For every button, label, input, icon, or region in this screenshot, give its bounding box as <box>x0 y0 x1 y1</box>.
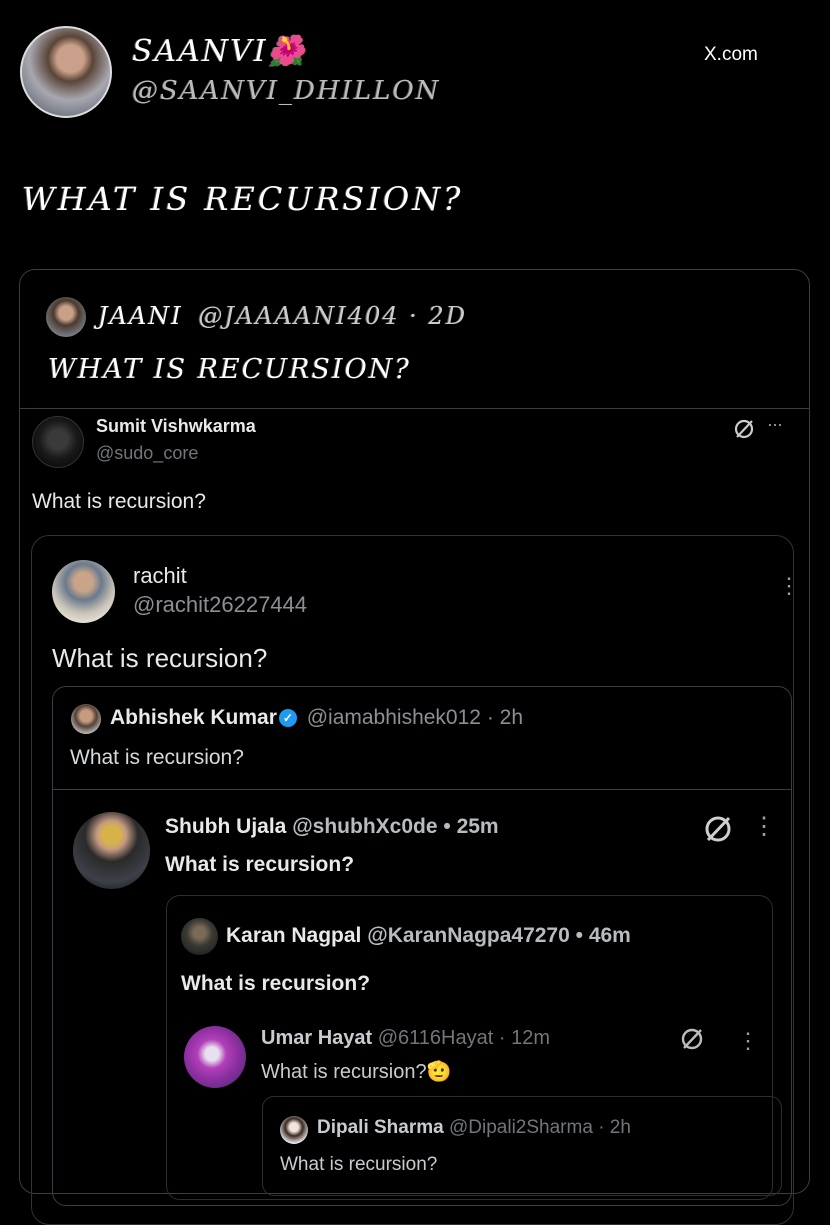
more-options-button[interactable]: ⋮ <box>778 573 800 599</box>
salute-emoji-icon: 🫡 <box>426 1061 452 1083</box>
timestamp-dipali: · 2h <box>598 1117 631 1138</box>
umar-header: Umar Hayat @6116Hayat · 12m <box>261 1027 550 1050</box>
post-text-rachit: What is recursion? <box>52 643 268 673</box>
avatar-sumit[interactable] <box>32 416 84 468</box>
karan-header: Karan Nagpal @KaranNagpa47270 • 46m <box>226 924 631 948</box>
avatar-jaani[interactable] <box>46 297 86 337</box>
handle-abhishek: @iamabhishek012 <box>306 706 481 729</box>
avatar-shubh[interactable] <box>73 812 150 889</box>
avatar-saanvi[interactable] <box>20 26 112 118</box>
jaani-post-text: WHAT IS RECURSION? <box>48 354 411 385</box>
handle-dipali: @Dipali2Sharma <box>449 1117 593 1138</box>
divider-line <box>52 789 792 790</box>
timestamp-abhishek: · 2h <box>486 706 524 729</box>
handle-saanvi: @SAANVI_DHILLON <box>132 76 441 106</box>
display-name-shubh: Shubh Ujala <box>165 815 287 838</box>
grok-icon[interactable] <box>733 418 755 440</box>
more-options-button[interactable]: ⋮ <box>737 1028 759 1054</box>
handle-karan: @KaranNagpa47270 <box>367 924 570 947</box>
post-text-umar-body: What is recursion? <box>261 1061 427 1083</box>
more-options-button[interactable]: ⋮ <box>752 812 776 841</box>
grok-icon[interactable] <box>680 1027 704 1051</box>
quote-card-dipali[interactable] <box>262 1096 782 1196</box>
more-options-button[interactable]: ··· <box>767 414 783 435</box>
post-text-umar: What is recursion?🫡 <box>261 1059 452 1084</box>
display-name-saanvi: SAANVI🌺 <box>132 34 308 69</box>
abhishek-header: Abhishek Kumar ✓ @iamabhishek012 · 2h <box>110 706 523 730</box>
verified-badge-icon: ✓ <box>278 709 297 728</box>
post-text-sumit: What is recursion? <box>32 490 206 513</box>
post-text-abhishek: What is recursion? <box>70 746 244 769</box>
dipali-header: Dipali Sharma @Dipali2Sharma · 2h <box>317 1117 631 1139</box>
main-post-text: WHAT IS RECURSION? <box>22 180 464 218</box>
display-name-karan: Karan Nagpal <box>226 924 362 947</box>
handle-sumit: @sudo_core <box>96 443 199 463</box>
timestamp-shubh: • 25m <box>443 815 499 838</box>
avatar-rachit[interactable] <box>52 560 115 623</box>
timestamp-karan: • 46m <box>575 924 631 947</box>
display-name-umar: Umar Hayat <box>261 1027 373 1049</box>
post-text-shubh: What is recursion? <box>165 853 355 876</box>
handle-umar: @6116Hayat <box>377 1027 494 1049</box>
handle-rachit: @rachit26227444 <box>133 592 308 617</box>
grok-icon[interactable] <box>703 814 733 844</box>
handle-shubh: @shubhXc0de <box>292 815 438 838</box>
display-name-rachit: rachit <box>133 563 187 588</box>
avatar-umar[interactable] <box>184 1026 246 1088</box>
display-name-sumit: Sumit Vishwkarma <box>96 416 256 436</box>
jaani-header: JAANI @JAAAANI404 · 2D <box>98 302 467 330</box>
divider-line <box>20 408 809 409</box>
display-name-abhishek: Abhishek Kumar <box>110 706 277 729</box>
display-name-dipali: Dipali Sharma <box>317 1117 444 1138</box>
timestamp-umar: · 12m <box>498 1027 550 1049</box>
shubh-header: Shubh Ujala @shubhXc0de • 25m <box>165 815 499 839</box>
handle-jaani: @JAAAANI404 <box>198 302 400 330</box>
avatar-abhishek[interactable] <box>71 704 101 734</box>
display-name-jaani: JAANI <box>98 302 183 330</box>
timestamp-jaani: · 2D <box>409 302 468 330</box>
avatar-dipali[interactable] <box>280 1116 308 1144</box>
post-text-dipali: What is recursion? <box>280 1154 438 1175</box>
avatar-karan[interactable] <box>181 918 218 955</box>
post-text-karan: What is recursion? <box>181 972 371 995</box>
x-com-label: X.com <box>704 44 758 65</box>
